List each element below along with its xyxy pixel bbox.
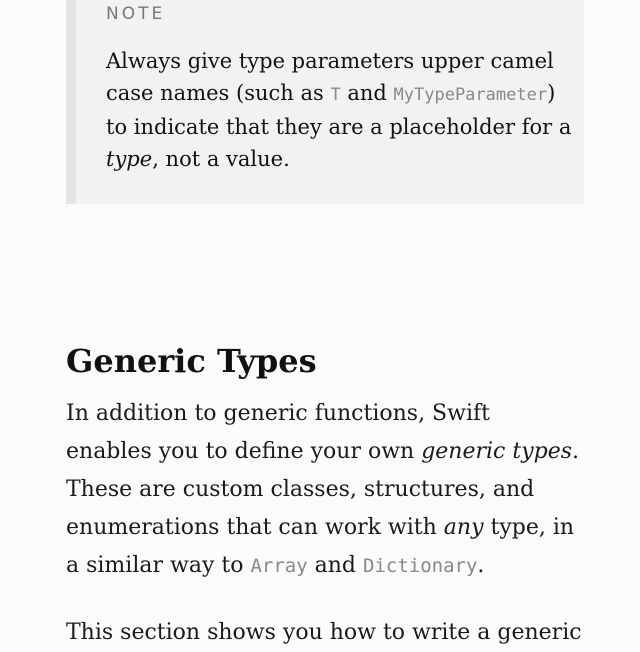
inline-code-mytypeparameter: MyTypeParameter (393, 85, 548, 105)
section-heading: Generic Types (66, 342, 317, 380)
inline-code-t: T (330, 85, 341, 105)
note-label: NOTE (106, 4, 166, 24)
inline-code-dictionary: Dictionary (363, 555, 478, 577)
emphasis-type: type (106, 147, 153, 171)
note-text-part: , not a value. (152, 147, 290, 171)
body-paragraph: In addition to generic functions, Swift … (66, 395, 581, 585)
paragraph-text-part: and (307, 553, 364, 578)
emphasis-generic-types: generic types (421, 439, 573, 464)
paragraph-text-part: . (477, 553, 485, 578)
note-callout: NOTE Always give type parameters upper c… (66, 0, 584, 204)
body-paragraph-partial: This section shows you how to write a ge… (66, 620, 582, 645)
inline-code-array: Array (250, 555, 308, 577)
note-text: Always give type parameters upper camel … (106, 45, 576, 175)
emphasis-any: any (443, 515, 484, 540)
note-text-part: and (340, 81, 394, 105)
